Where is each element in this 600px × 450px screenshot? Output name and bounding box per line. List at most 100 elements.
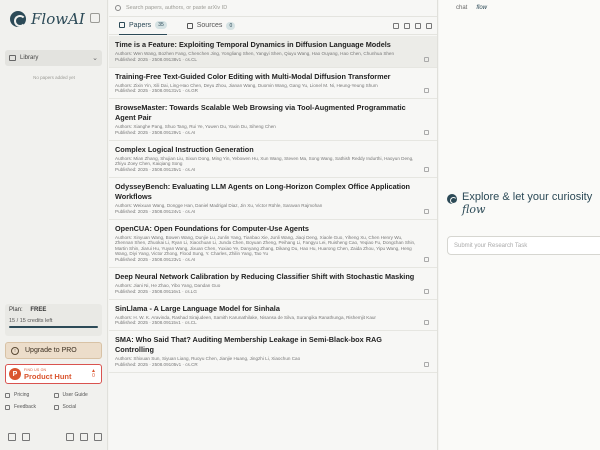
paper-published: Published: 2025 · 2508.09125v1 · cs.AI [115, 166, 196, 172]
chat-tabs: chat flow [456, 5, 487, 11]
paper-title[interactable]: SinLlama - A Large Language Model for Si… [115, 304, 432, 314]
view-icon[interactable] [415, 22, 421, 29]
paper-published: Published: 2025 · 2508.09116v1 · cs.LG [115, 288, 197, 294]
credits-text: 15 / 15 credits left [9, 318, 53, 324]
explore-heading-flow: flow [462, 203, 486, 216]
feedback-icon [5, 404, 10, 410]
paper-select-checkbox[interactable] [424, 256, 429, 262]
paper-list: Time is a Feature: Exploiting Temporal D… [109, 36, 437, 373]
paper-row[interactable]: Training-Free Text-Guided Color Editing … [109, 68, 437, 100]
explore-heading: Explore & let your curiosity [462, 191, 593, 203]
paper-select-checkbox[interactable] [424, 166, 429, 172]
paper-select-checkbox[interactable] [424, 88, 429, 94]
tab-papers[interactable]: Papers 35 [119, 17, 167, 35]
upgrade-button[interactable]: ↑ Upgrade to PRO [5, 342, 102, 359]
library-label: Library [20, 55, 39, 61]
paper-title[interactable]: OpenCUA: Open Foundations for Computer-U… [115, 224, 432, 234]
edit-icon[interactable] [393, 22, 399, 29]
paper-title[interactable]: OdysseyBench: Evaluating LLM Agents on L… [115, 182, 432, 202]
app-window: FlowAI Library ⌄ No papers added yet Pla… [0, 0, 600, 450]
tab-papers-count: 35 [155, 21, 167, 29]
sidebar-links: Pricing User Guide Feedback Social [5, 392, 102, 410]
social-link[interactable]: Social [53, 404, 103, 410]
panel-tabs: Papers 35 Sources 0 [109, 17, 437, 35]
theme-icon[interactable] [80, 433, 88, 441]
producthunt-vote: ▲ 0 [91, 368, 96, 379]
paper-row[interactable]: BrowseMaster: Towards Scalable Web Brows… [109, 99, 437, 141]
plan-label: Plan: [9, 307, 23, 313]
feedback-label: Feedback [14, 404, 36, 410]
sidebar: FlowAI Library ⌄ No papers added yet Pla… [0, 0, 108, 450]
flow-logo-icon [447, 194, 457, 204]
paper-published: Published: 2025 · 2508.09123v1 · cs.AI [115, 256, 196, 262]
paper-title[interactable]: Time is a Feature: Exploiting Temporal D… [115, 40, 432, 50]
filter-icon[interactable] [404, 22, 410, 29]
paper-select-checkbox[interactable] [424, 288, 429, 294]
grid-icon[interactable] [8, 433, 16, 441]
collapse-sidebar-icon[interactable] [90, 13, 100, 23]
paper-title[interactable]: Deep Neural Network Calibration by Reduc… [115, 272, 432, 282]
user-guide-link[interactable]: User Guide [53, 392, 103, 398]
search-input[interactable]: Search papers, authors, or paste arXiv I… [126, 5, 227, 11]
pricing-icon [5, 392, 10, 398]
paper-row[interactable]: Complex Logical Instruction Generation Au… [109, 141, 437, 178]
library-section[interactable]: Library ⌄ [5, 50, 102, 66]
settings-icon[interactable] [66, 433, 74, 441]
tab-tools [393, 22, 437, 29]
paper-row[interactable]: Time is a Feature: Exploiting Temporal D… [109, 36, 437, 68]
explore-banner: Explore & let your curiosity flow [447, 191, 600, 216]
paper-title[interactable]: Training-Free Text-Guided Color Editing … [115, 72, 432, 82]
paper-title[interactable]: Complex Logical Instruction Generation [115, 145, 432, 155]
paper-published: Published: 2025 · 2508.09129v1 · cs.AI [115, 129, 196, 135]
credits-progress [9, 326, 98, 328]
paper-authors: Authors: Wen Wang, Bozhen Fang, Chenchen… [115, 51, 395, 56]
pricing-link[interactable]: Pricing [5, 392, 54, 398]
upgrade-icon: ↑ [11, 346, 19, 355]
papers-panel: Search papers, authors, or paste arXiv I… [109, 0, 438, 450]
paper-select-checkbox[interactable] [424, 208, 429, 214]
social-label: Social [62, 404, 77, 410]
search-bar[interactable]: Search papers, authors, or paste arXiv I… [109, 0, 437, 17]
producthunt-icon: P [9, 368, 21, 380]
credits-progress-fill [9, 326, 98, 328]
sort-icon[interactable] [426, 22, 432, 29]
tab-chat[interactable]: chat [456, 5, 467, 11]
sources-icon [186, 22, 193, 29]
search-icon [115, 5, 121, 11]
paper-select-checkbox[interactable] [424, 361, 429, 367]
producthunt-badge[interactable]: P FIND US ON Product Hunt ▲ 0 [5, 364, 102, 384]
library-icon [9, 55, 16, 61]
research-task-input[interactable]: Submit your Research Task [447, 236, 600, 255]
guide-icon [53, 392, 59, 398]
account-icon[interactable] [94, 433, 102, 441]
tab-sources[interactable]: Sources 0 [186, 17, 236, 35]
logo-text: FlowAI [31, 10, 85, 28]
social-icon [53, 404, 59, 410]
paper-published: Published: 2025 · 2508.09138v1 · cs.CL [115, 56, 197, 62]
paper-select-checkbox[interactable] [424, 56, 429, 62]
logo[interactable]: FlowAI [10, 10, 85, 28]
tab-sources-label: Sources [196, 22, 223, 29]
paper-published: Published: 2025 · 2508.09131v1 · cs.GR [115, 88, 198, 94]
paper-select-checkbox[interactable] [424, 320, 429, 326]
bottom-toolbar [8, 433, 102, 441]
tab-papers-label: Papers [129, 21, 152, 29]
paper-row[interactable]: Deep Neural Network Calibration by Reduc… [109, 268, 437, 300]
paper-select-checkbox[interactable] [424, 129, 429, 135]
feedback-link[interactable]: Feedback [5, 404, 54, 410]
plan-card: Plan: FREE 15 / 15 credits left [5, 304, 102, 336]
paper-row[interactable]: SMA: Who Said That? Auditing Membership … [109, 331, 437, 373]
chat-panel: chat flow Explore & let your curiosity f… [439, 0, 600, 450]
paper-title[interactable]: BrowseMaster: Towards Scalable Web Brows… [115, 103, 432, 123]
paper-row[interactable]: OdysseyBench: Evaluating LLM Agents on L… [109, 178, 437, 220]
tab-sources-count: 0 [226, 21, 236, 30]
plan-row: Plan: FREE [9, 307, 98, 313]
plan-value: FREE [30, 307, 47, 313]
tab-flow[interactable]: flow [476, 5, 487, 11]
paper-row[interactable]: SinLlama - A Large Language Model for Si… [109, 300, 437, 332]
paper-row[interactable]: OpenCUA: Open Foundations for Computer-U… [109, 220, 437, 268]
logo-icon [10, 11, 26, 27]
layout-icon[interactable] [22, 433, 30, 441]
paper-title[interactable]: SMA: Who Said That? Auditing Membership … [115, 335, 432, 355]
empty-library-text: No papers added yet [33, 75, 75, 80]
